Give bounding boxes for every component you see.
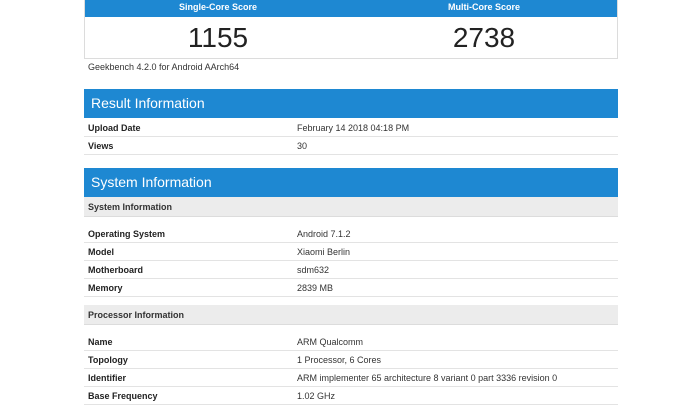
table-row: Name ARM Qualcomm (84, 333, 618, 351)
score-values: 1155 2738 (85, 20, 617, 56)
score-card: Single-Core Score Multi-Core Score 1155 … (84, 0, 618, 59)
system-information-table: System Information Operating System Andr… (84, 197, 618, 405)
row-key: Topology (88, 354, 128, 365)
row-key: Identifier (88, 372, 127, 383)
result-information-table: Upload Date February 14 2018 04:18 PM Vi… (84, 119, 618, 155)
row-key: Views (88, 140, 114, 151)
single-core-score: 1155 (187, 22, 249, 53)
table-row: Model Xiaomi Berlin (84, 243, 618, 261)
row-value: ARM Qualcomm (297, 336, 364, 347)
row-value: Xiaomi Berlin (297, 246, 351, 257)
processor-subhead: Processor Information (84, 305, 618, 325)
benchmark-page: Single-Core Score Multi-Core Score 1155 … (84, 0, 618, 405)
row-key: Name (88, 336, 113, 347)
table-row: Identifier ARM implementer 65 architectu… (84, 369, 618, 387)
row-key: Operating System (88, 228, 166, 239)
version-text: Geekbench 4.2.0 for Android AArch64 (88, 62, 240, 72)
single-core-label: Single-Core Score (178, 2, 258, 12)
multi-core-score: 2738 (452, 22, 516, 53)
table-row: Topology 1 Processor, 6 Cores (84, 351, 618, 369)
row-key: Base Frequency (88, 390, 158, 401)
row-value: Android 7.1.2 (297, 228, 351, 239)
table-row: Memory 2839 MB (84, 279, 618, 297)
table-row: Motherboard sdm632 (84, 261, 618, 279)
row-value: 1 Processor, 6 Cores (297, 354, 382, 365)
row-key: Memory (88, 282, 123, 293)
row-value: 30 (297, 140, 308, 151)
row-value: February 14 2018 04:18 PM (297, 122, 410, 133)
table-row: Views 30 (84, 137, 618, 155)
table-row: Base Frequency 1.02 GHz (84, 387, 618, 405)
row-key: Model (88, 246, 114, 257)
multi-core-label: Multi-Core Score (447, 2, 520, 12)
row-value: 1.02 GHz (297, 390, 336, 401)
result-information-title: Result Information (84, 89, 618, 118)
system-subhead: System Information (84, 197, 618, 217)
system-information-title: System Information (84, 168, 618, 197)
score-header: Single-Core Score Multi-Core Score (85, 0, 617, 17)
table-row: Operating System Android 7.1.2 (84, 225, 618, 243)
row-value: ARM implementer 65 architecture 8 varian… (297, 372, 558, 383)
row-key: Upload Date (88, 122, 141, 133)
row-key: Motherboard (88, 264, 143, 275)
table-row: Upload Date February 14 2018 04:18 PM (84, 119, 618, 137)
row-value: 2839 MB (297, 282, 334, 293)
row-value: sdm632 (297, 264, 330, 275)
